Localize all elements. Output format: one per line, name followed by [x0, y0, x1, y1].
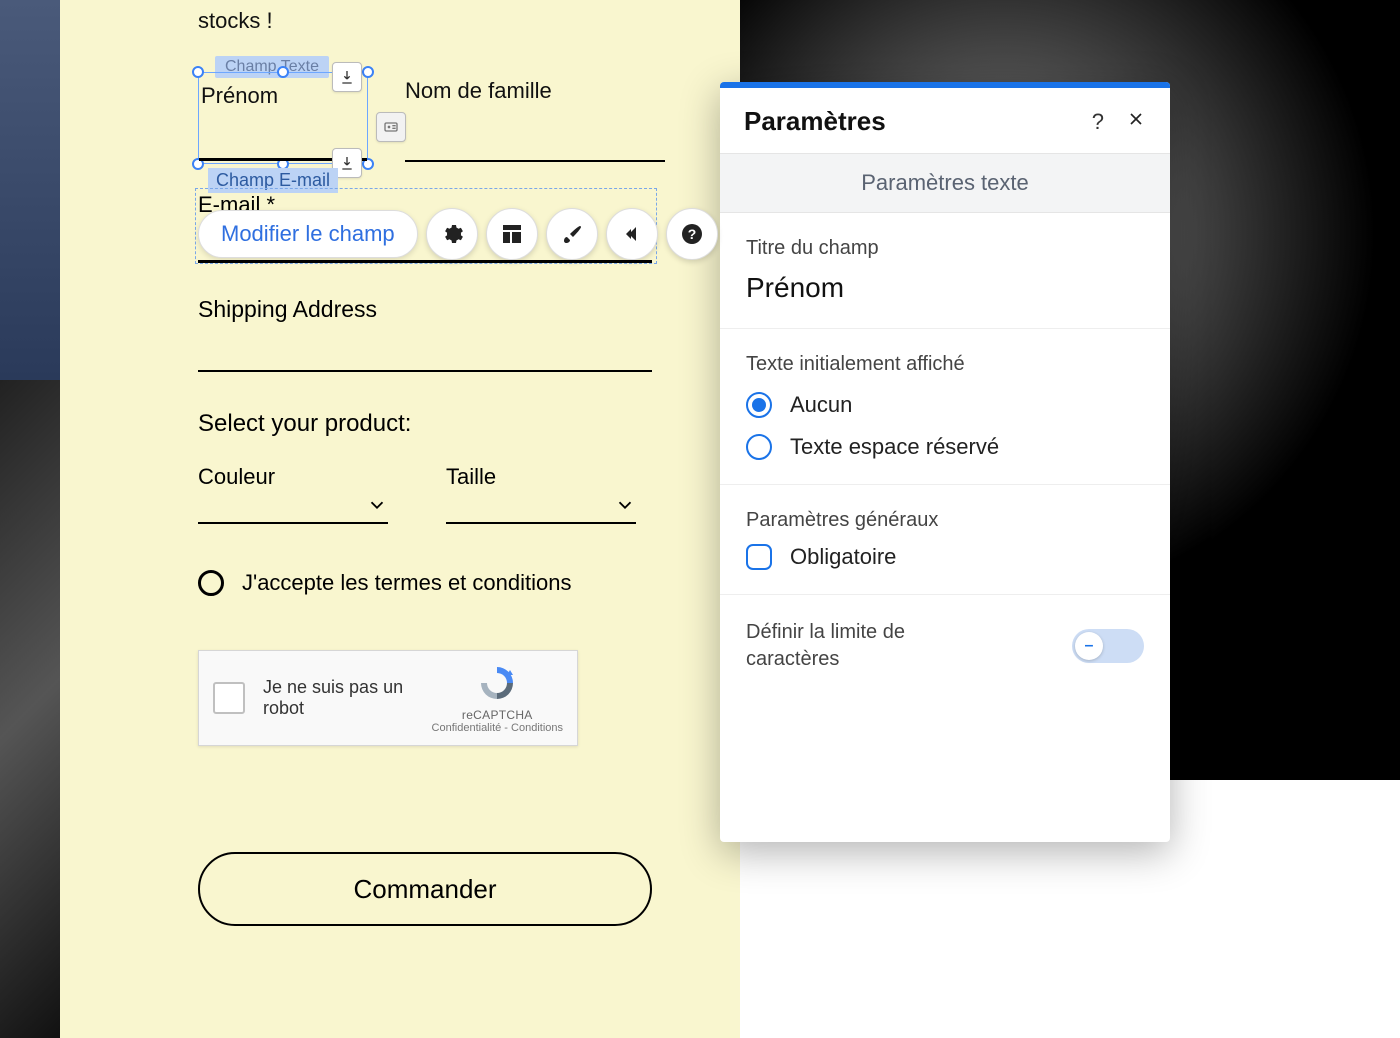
lastname-label: Nom de famille — [405, 78, 665, 104]
radio-option-placeholder[interactable]: Texte espace réservé — [746, 434, 1144, 460]
id-card-icon[interactable] — [376, 112, 406, 142]
resize-handle-icon[interactable] — [362, 66, 374, 78]
panel-close-button[interactable] — [1126, 109, 1146, 135]
order-button[interactable]: Commander — [198, 852, 652, 926]
background-left-image — [0, 380, 60, 1038]
section-initial-text: Texte initialement affiché Aucun Texte e… — [720, 329, 1170, 485]
recaptcha-branding: reCAPTCHA Confidentialité - Conditions — [432, 663, 563, 734]
firstname-label: Prénom — [201, 83, 278, 109]
panel-subhead: Paramètres texte — [720, 153, 1170, 213]
radio-placeholder-label: Texte espace réservé — [790, 434, 999, 460]
settings-gear-button[interactable] — [426, 208, 478, 260]
background-left-strip — [0, 0, 60, 380]
lastname-input[interactable] — [405, 122, 665, 162]
download-icon[interactable] — [332, 62, 362, 92]
required-checkbox-row[interactable]: Obligatoire — [746, 544, 1144, 570]
terms-text: J'accepte les termes et conditions — [242, 570, 571, 596]
animation-button[interactable] — [606, 208, 658, 260]
panel-help-icon[interactable]: ? — [1092, 109, 1104, 135]
char-limit-label: Définir la limite de caractères — [746, 619, 976, 673]
panel-title: Paramètres — [744, 106, 886, 137]
general-label: Paramètres généraux — [746, 509, 1144, 532]
section-general: Paramètres généraux Obligatoire — [720, 485, 1170, 595]
settings-panel: Paramètres ? Paramètres texte Titre du c… — [720, 82, 1170, 842]
chevron-down-icon — [614, 494, 636, 516]
section-char-limit: Définir la limite de caractères – — [720, 595, 1170, 697]
toggle-knob-icon: – — [1075, 632, 1103, 660]
chevron-down-icon — [366, 494, 388, 516]
size-label: Taille — [446, 464, 496, 490]
size-dropdown[interactable]: Taille — [446, 466, 636, 524]
design-brush-button[interactable] — [546, 208, 598, 260]
shipping-label: Shipping Address — [198, 296, 377, 323]
terms-checkbox-row[interactable]: J'accepte les termes et conditions — [198, 570, 571, 596]
select-product-title: Select your product: — [198, 410, 411, 438]
recaptcha-footer: Confidentialité - Conditions — [432, 722, 563, 734]
field-title-label: Titre du champ — [746, 237, 1144, 260]
section-field-title: Titre du champ Prénom — [720, 213, 1170, 329]
field-title-value[interactable]: Prénom — [746, 272, 1144, 304]
color-dropdown[interactable]: Couleur — [198, 466, 388, 524]
shipping-input-line[interactable] — [198, 370, 652, 372]
help-button[interactable]: ? — [666, 208, 718, 260]
resize-handle-icon[interactable] — [277, 66, 289, 78]
field-toolbar: Modifier le champ ? — [198, 208, 718, 260]
radio-none-label: Aucun — [790, 392, 852, 418]
radio-option-none[interactable]: Aucun — [746, 392, 1144, 418]
recaptcha-logo-icon — [477, 663, 517, 703]
terms-radio-icon[interactable] — [198, 570, 224, 596]
char-limit-toggle[interactable]: – — [1072, 629, 1144, 663]
radio-icon — [746, 392, 772, 418]
order-button-label: Commander — [353, 874, 496, 905]
svg-text:?: ? — [687, 226, 696, 242]
recaptcha-brand: reCAPTCHA — [432, 708, 563, 722]
checkbox-icon — [746, 544, 772, 570]
color-label: Couleur — [198, 464, 275, 490]
layout-button[interactable] — [486, 208, 538, 260]
recaptcha-text: Je ne suis pas un robot — [263, 677, 414, 719]
email-underline — [198, 260, 652, 263]
intro-text: stocks ! — [198, 8, 273, 34]
required-label: Obligatoire — [790, 544, 896, 570]
recaptcha-widget[interactable]: Je ne suis pas un robot reCAPTCHA Confid… — [198, 650, 578, 746]
form-canvas: stocks ! Champ Texte Prénom Nom de famil… — [60, 0, 740, 1038]
edit-field-button[interactable]: Modifier le champ — [198, 210, 418, 258]
radio-icon — [746, 434, 772, 460]
lastname-field[interactable]: Nom de famille — [405, 78, 665, 162]
initial-text-label: Texte initialement affiché — [746, 353, 1144, 376]
resize-handle-icon[interactable] — [192, 66, 204, 78]
recaptcha-checkbox[interactable] — [213, 682, 245, 714]
